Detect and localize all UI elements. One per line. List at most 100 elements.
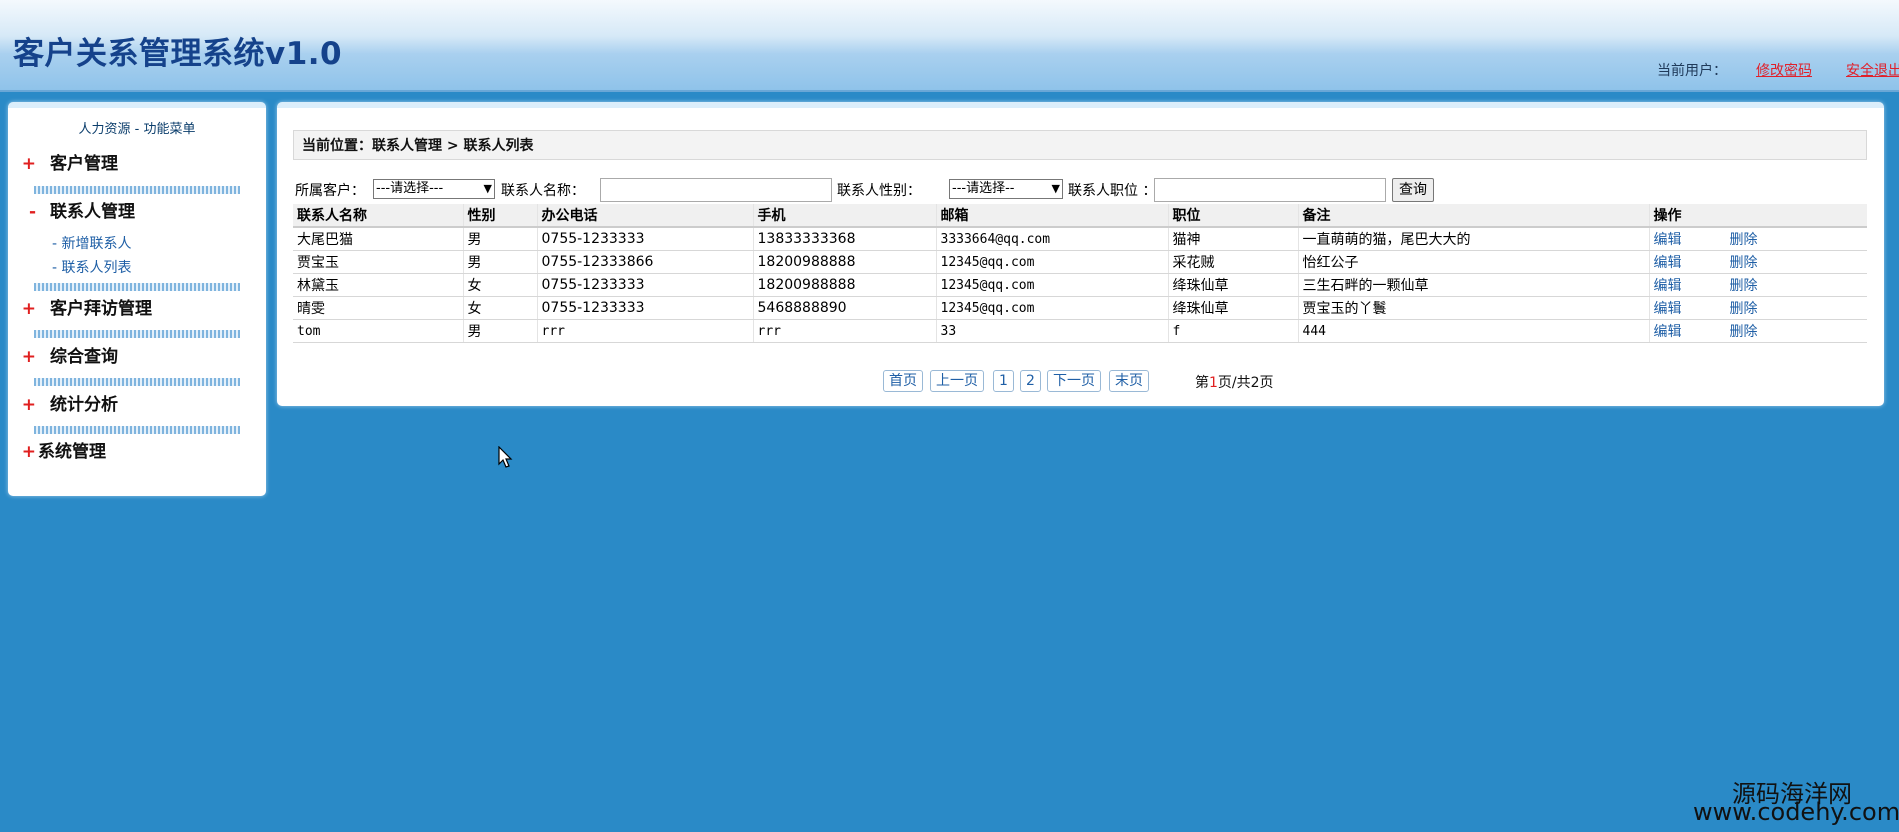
menu-divider [34,330,240,338]
cell-actions: 编辑 删除 [1648,227,1867,251]
query-button[interactable]: 查询 [1392,178,1434,202]
delete-link[interactable]: 删除 [1730,232,1758,248]
menu-label-stats[interactable]: 统计分析 [50,395,118,415]
cell-remark: 三生石畔的一颗仙草 [1297,273,1649,297]
menu-label-customer[interactable]: 客户管理 [50,154,118,174]
customer-select[interactable]: ---请选择--- ▼ [373,179,495,199]
app-header: 客户关系管理系统v1.0 当前用户： 修改密码 安全退出 [0,0,1899,92]
menu-group-system[interactable]: + 系统管理 [8,440,266,464]
cell-position: 猫神 [1167,227,1298,251]
edit-link[interactable]: 编辑 [1654,278,1682,294]
main-panel: 当前位置：联系人管理 > 联系人列表 所属客户： ---请选择--- ▼ 联系人名… [277,102,1884,406]
delete-link[interactable]: 删除 [1730,301,1758,317]
menu-group-customer[interactable]: + 客户管理 [8,152,266,176]
delete-link[interactable]: 删除 [1730,255,1758,271]
cell-email: 12345@qq.com [935,273,1168,297]
chevron-down-icon: ▼ [483,182,492,195]
menu-group-stats[interactable]: + 统计分析 [8,393,266,417]
page-info: 第1页/共2页 [1195,372,1274,392]
edit-link[interactable]: 编辑 [1654,324,1682,340]
table-row: 大尾巴猫 男 0755-1233333 13833333368 3333664@… [293,227,1867,251]
menu-divider [34,283,240,291]
cell-name: 贾宝玉 [293,250,463,274]
edit-link[interactable]: 编辑 [1654,255,1682,271]
column-header: 备注 [1297,204,1649,228]
cell-mobile: 13833333368 [752,227,936,251]
cell-email: 12345@qq.com [935,250,1168,274]
cell-office-phone: 0755-12333866 [536,250,753,274]
cell-mobile: rrr [752,319,936,343]
delete-link[interactable]: 删除 [1730,324,1758,340]
cell-actions: 编辑 删除 [1648,319,1867,343]
cell-gender: 男 [462,250,537,274]
cell-office-phone: 0755-1233333 [536,296,753,320]
cell-email: 33 [935,319,1168,343]
edit-link[interactable]: 编辑 [1654,232,1682,248]
collapse-icon: - [28,202,36,222]
cell-email: 3333664@qq.com [935,227,1168,251]
menu-group-visit[interactable]: + 客户拜访管理 [8,297,266,321]
cell-gender: 男 [462,227,537,251]
table-row: 林黛玉 女 0755-1233333 18200988888 12345@qq.… [293,273,1867,297]
customer-select-value: ---请选择--- [376,181,444,196]
expand-icon: + [21,154,36,174]
last-page-button[interactable]: 末页 [1109,370,1149,392]
next-page-button[interactable]: 下一页 [1047,370,1101,392]
table-row: 晴雯 女 0755-1233333 5468888890 12345@qq.co… [293,296,1867,320]
cell-position: 绛珠仙草 [1167,273,1298,297]
expand-icon: + [21,395,36,415]
menu-item-add-contact[interactable]: - 新增联系人 [8,232,266,256]
menu-group-contact[interactable]: - 联系人管理 - 新增联系人 - 联系人列表 [8,200,266,280]
position-input[interactable] [1154,178,1386,202]
cell-office-phone: rrr [536,319,753,343]
cell-actions: 编辑 删除 [1648,273,1867,297]
cell-remark: 444 [1297,319,1649,343]
change-password-link[interactable]: 修改密码 [1756,60,1812,80]
gender-filter-label: 联系人性别： [837,183,921,199]
name-filter-label: 联系人名称： [501,183,585,199]
cell-name: 晴雯 [293,296,463,320]
page-1-button[interactable]: 1 [993,370,1014,392]
cell-mobile: 5468888890 [752,296,936,320]
menu-divider [34,426,240,434]
page-info-prefix: 第 [1195,375,1209,391]
cell-actions: 编辑 删除 [1648,250,1867,274]
delete-link[interactable]: 删除 [1730,278,1758,294]
breadcrumb: 当前位置：联系人管理 > 联系人列表 [293,130,1867,160]
menu-label-contact[interactable]: 联系人管理 [50,202,135,222]
cell-name: 林黛玉 [293,273,463,297]
prev-page-button[interactable]: 上一页 [930,370,984,392]
expand-icon: + [21,299,36,319]
column-header: 职位 [1167,204,1298,228]
column-header: 操作 [1648,204,1867,228]
menu-label-query[interactable]: 综合查询 [50,347,118,367]
mouse-cursor-icon [498,446,513,468]
current-user-label: 当前用户： [1657,63,1727,79]
menu-group-query[interactable]: + 综合查询 [8,345,266,369]
customer-filter-label: 所属客户： [295,183,365,199]
first-page-button[interactable]: 首页 [883,370,923,392]
table-header-row: 联系人名称 性别 办公电话 手机 邮箱 职位 备注 操作 [293,204,1867,228]
menu-divider [34,378,240,386]
expand-icon: + [21,442,36,462]
menu-item-contact-list[interactable]: - 联系人列表 [8,256,266,280]
cell-position: f [1167,319,1298,343]
cell-remark: 一直萌萌的猫，尾巴大大的 [1297,227,1649,251]
cell-gender: 男 [462,319,537,343]
edit-link[interactable]: 编辑 [1654,301,1682,317]
cell-gender: 女 [462,273,537,297]
menu-label-system[interactable]: 系统管理 [38,442,106,462]
cell-office-phone: 0755-1233333 [536,227,753,251]
table-row: 贾宝玉 男 0755-12333866 18200988888 12345@qq… [293,250,1867,274]
menu-label-visit[interactable]: 客户拜访管理 [50,299,152,319]
cell-mobile: 18200988888 [752,273,936,297]
gender-select[interactable]: ---请选择-- ▼ [949,179,1063,199]
name-input[interactable] [600,178,832,202]
menu-divider [34,186,240,194]
page-info-current: 1 [1209,375,1218,391]
cell-remark: 怡红公子 [1297,250,1649,274]
logout-link[interactable]: 安全退出 [1846,60,1899,80]
page-2-button[interactable]: 2 [1020,370,1041,392]
cell-remark: 贾宝玉的丫鬟 [1297,296,1649,320]
column-header: 办公电话 [536,204,753,228]
